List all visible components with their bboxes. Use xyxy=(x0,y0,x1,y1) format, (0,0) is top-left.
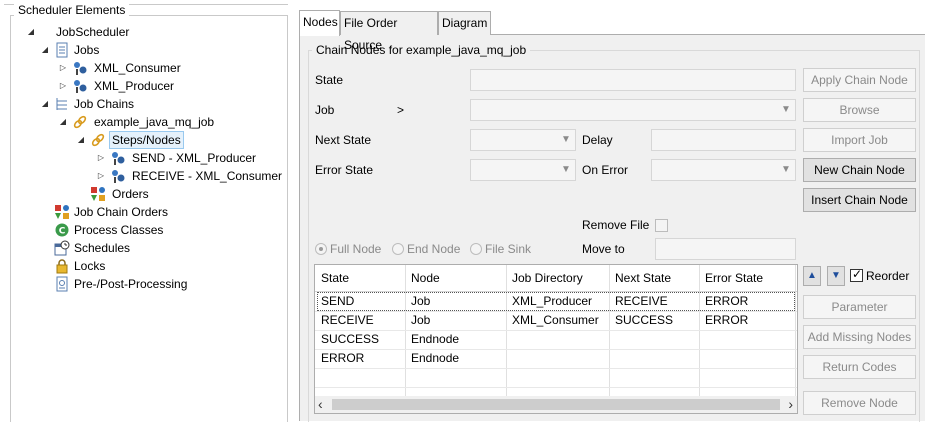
error-state-combo[interactable]: ▼ xyxy=(470,159,576,181)
processing-document-icon xyxy=(54,276,70,292)
browse-button[interactable]: Browse xyxy=(803,98,916,122)
chain-link-icon xyxy=(72,114,88,130)
next-state-label: Next State xyxy=(315,133,372,147)
job-gears-icon xyxy=(72,78,88,94)
remove-file-checkbox[interactable] xyxy=(655,219,668,232)
tab-diagram[interactable]: Diagram xyxy=(438,11,491,35)
row-divider xyxy=(315,368,797,369)
process-class-icon: C xyxy=(54,222,70,238)
remove-file-label: Remove File xyxy=(582,218,650,232)
job-gears-icon xyxy=(110,150,126,166)
calendar-clock-icon xyxy=(54,240,70,256)
parameter-button[interactable]: Parameter xyxy=(803,295,916,319)
column-header-next-state[interactable]: Next State xyxy=(615,265,671,293)
tab-nodes[interactable]: Nodes xyxy=(299,10,340,36)
move-down-button[interactable]: ▼ xyxy=(827,266,845,286)
job-link-arrow[interactable]: > xyxy=(397,100,404,120)
arrow-up-icon: ▲ xyxy=(807,270,817,281)
horizontal-scrollbar[interactable]: ‹ › xyxy=(315,396,797,413)
job-label: Job xyxy=(315,103,335,117)
scroll-right-icon[interactable]: › xyxy=(788,396,793,412)
lock-icon xyxy=(54,258,70,274)
arrow-down-icon: ▼ xyxy=(831,270,841,281)
table-cell: Endnode xyxy=(411,332,460,346)
end-node-radio[interactable]: End Node xyxy=(392,241,460,257)
scroll-left-icon[interactable]: ‹ xyxy=(318,396,323,412)
table-cell: XML_Producer xyxy=(512,294,593,308)
chevron-down-icon: ▼ xyxy=(561,134,571,145)
orders-shapes-icon xyxy=(54,204,70,220)
column-header-state[interactable]: State xyxy=(321,265,349,293)
new-chain-node-button[interactable]: New Chain Node xyxy=(803,158,916,182)
file-sink-radio[interactable]: File Sink xyxy=(470,241,531,257)
table-cell: SUCCESS xyxy=(615,313,674,327)
row-divider xyxy=(315,349,797,350)
expanded-arrow-icon[interactable]: ◢ xyxy=(58,113,68,131)
expanded-arrow-icon[interactable]: ◢ xyxy=(26,23,36,41)
table-cell: Job xyxy=(411,294,431,308)
column-header-node[interactable]: Node xyxy=(411,265,440,293)
table-cell: SUCCESS xyxy=(321,332,380,346)
table-cell: XML_Consumer xyxy=(512,313,599,327)
row-divider xyxy=(315,330,797,331)
jobs-document-icon xyxy=(54,42,70,58)
chain-nodes-table[interactable]: State Node Job Directory Next State Erro… xyxy=(314,264,798,414)
job-gears-icon xyxy=(110,168,126,184)
chevron-down-icon: ▼ xyxy=(781,164,791,175)
table-cell: RECEIVE xyxy=(321,313,374,327)
state-input[interactable] xyxy=(470,69,796,91)
job-combo[interactable]: ▼ xyxy=(470,99,796,121)
on-error-combo[interactable]: ▼ xyxy=(651,159,796,181)
orders-shapes-icon xyxy=(90,186,106,202)
move-up-button[interactable]: ▲ xyxy=(803,266,821,286)
collapsed-arrow-icon[interactable]: ▷ xyxy=(58,77,68,95)
table-cell: ERROR xyxy=(705,313,749,327)
table-cell: ERROR xyxy=(705,294,749,308)
collapsed-arrow-icon[interactable]: ▷ xyxy=(96,167,106,185)
svg-text:C: C xyxy=(59,227,66,237)
expanded-arrow-icon[interactable]: ◢ xyxy=(40,41,50,59)
full-node-radio[interactable]: Full Node xyxy=(315,241,381,257)
on-error-label: On Error xyxy=(582,163,629,177)
table-cell: SEND xyxy=(321,294,355,308)
add-missing-nodes-button[interactable]: Add Missing Nodes xyxy=(803,325,916,349)
state-label: State xyxy=(315,73,344,87)
radio-selected-icon xyxy=(315,243,327,255)
radio-icon xyxy=(470,243,482,255)
table-cell: Endnode xyxy=(411,351,460,365)
chevron-down-icon: ▼ xyxy=(781,104,791,115)
reorder-checkbox[interactable] xyxy=(850,267,863,282)
tree-title: Scheduler Elements xyxy=(14,3,130,17)
nodes-tab-content: Chain Nodes for example_java_mq_job Stat… xyxy=(299,34,925,422)
collapsed-arrow-icon[interactable]: ▷ xyxy=(96,149,106,167)
radio-icon xyxy=(392,243,404,255)
next-state-combo[interactable]: ▼ xyxy=(470,129,576,151)
return-codes-button[interactable]: Return Codes xyxy=(803,355,916,379)
delay-input[interactable] xyxy=(651,129,796,151)
move-to-input[interactable] xyxy=(655,238,796,260)
tab-file-order-source[interactable]: File Order Source xyxy=(340,11,438,52)
table-cell: ERROR xyxy=(321,351,365,365)
column-header-job-directory[interactable]: Job Directory xyxy=(512,265,583,293)
scrollbar-thumb[interactable] xyxy=(332,399,780,410)
apply-chain-node-button[interactable]: Apply Chain Node xyxy=(803,68,916,92)
error-state-label: Error State xyxy=(315,163,374,177)
job-chains-tree-icon xyxy=(54,96,70,112)
move-to-label: Move to xyxy=(582,242,625,256)
chevron-down-icon: ▼ xyxy=(561,164,571,175)
import-job-button[interactable]: Import Job xyxy=(803,128,916,152)
column-header-error-state[interactable]: Error State xyxy=(705,265,763,293)
table-cell: RECEIVE xyxy=(615,294,668,308)
expanded-arrow-icon[interactable]: ◢ xyxy=(40,95,50,113)
chain-link-icon xyxy=(90,132,106,148)
collapsed-arrow-icon[interactable]: ▷ xyxy=(58,59,68,77)
delay-label: Delay xyxy=(582,133,613,147)
remove-node-button[interactable]: Remove Node xyxy=(803,391,916,415)
row-divider xyxy=(315,387,797,388)
table-cell: Job xyxy=(411,313,431,327)
expanded-arrow-icon[interactable]: ◢ xyxy=(76,131,86,149)
job-gears-icon xyxy=(72,60,88,76)
insert-chain-node-button[interactable]: Insert Chain Node xyxy=(803,188,916,212)
reorder-label: Reorder xyxy=(866,269,910,283)
